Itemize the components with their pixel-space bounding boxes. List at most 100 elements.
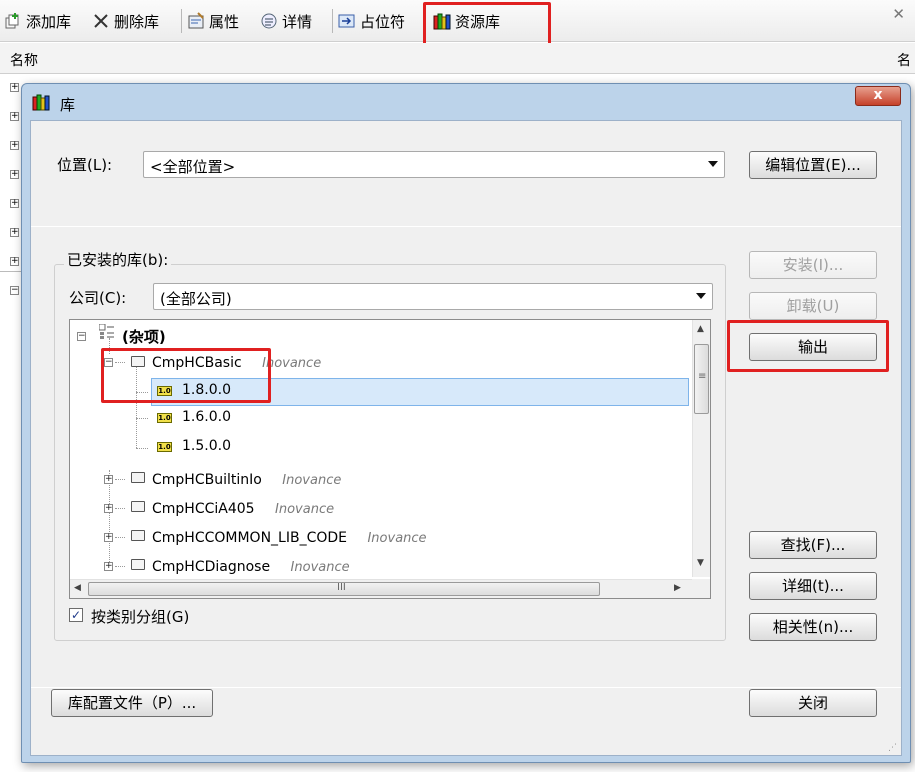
details-button[interactable]: 详细(t)... bbox=[749, 572, 877, 600]
close-icon[interactable]: ✕ bbox=[892, 5, 905, 23]
expand-icon[interactable]: + bbox=[10, 170, 19, 179]
library-vendor: Inovance bbox=[275, 502, 335, 517]
highlight-box bbox=[101, 348, 271, 403]
divider bbox=[31, 687, 901, 688]
library-vendor: Inovance bbox=[282, 473, 342, 488]
tree-item[interactable]: CmpHCDiagnose Inovance bbox=[152, 559, 350, 581]
tree-line bbox=[115, 508, 125, 509]
expand-icon[interactable]: + bbox=[10, 257, 19, 266]
toolbar-separator bbox=[332, 9, 333, 33]
expand-icon[interactable]: + bbox=[104, 533, 113, 542]
tree-line bbox=[109, 470, 110, 570]
tree-line bbox=[136, 448, 148, 449]
library-name: CmpHCCOMMON_LIB_CODE bbox=[152, 530, 348, 546]
grip-icon: ≡ bbox=[698, 371, 707, 382]
highlight-box bbox=[727, 320, 889, 372]
library-icon bbox=[131, 530, 145, 541]
company-dropdown[interactable]: (全部公司) bbox=[153, 283, 713, 310]
expand-icon[interactable]: + bbox=[10, 83, 19, 92]
books-icon bbox=[32, 93, 52, 115]
version-icon: 1.0 bbox=[157, 442, 172, 452]
library-icon bbox=[131, 501, 145, 512]
column-header-name-2[interactable]: 名 bbox=[897, 50, 911, 70]
details-icon bbox=[260, 12, 278, 30]
properties-label: 属性 bbox=[209, 12, 240, 31]
horizontal-scroll-thumb[interactable]: III bbox=[88, 582, 600, 596]
dialog-title: 库 bbox=[60, 96, 76, 114]
library-name: CmpHCBuiltinIo bbox=[152, 472, 262, 488]
properties-icon bbox=[187, 12, 205, 30]
collapse-icon[interactable]: − bbox=[77, 332, 86, 341]
collapse-icon[interactable]: − bbox=[10, 286, 19, 295]
library-name: CmpHCCiA405 bbox=[152, 501, 255, 517]
expand-icon[interactable]: + bbox=[10, 228, 19, 237]
edit-location-button[interactable]: 编辑位置(E)... bbox=[749, 151, 877, 179]
tree-line bbox=[115, 566, 125, 567]
location-label: 位置(L): bbox=[57, 156, 113, 174]
library-profile-button[interactable]: 库配置文件（P）... bbox=[51, 689, 213, 717]
tree-item[interactable]: CmpHCBuiltinIo Inovance bbox=[152, 472, 341, 494]
version-item[interactable]: 1.6.0.0 bbox=[182, 409, 231, 431]
uninstall-button[interactable]: 卸载(U) bbox=[749, 292, 877, 320]
list-header: 名称 名 bbox=[0, 43, 915, 74]
vertical-scrollbar[interactable]: ▲ ≡ ▼ bbox=[692, 320, 710, 577]
tree-line bbox=[136, 418, 148, 419]
library-dialog: 库 x 位置(L): <全部位置> 编辑位置(E)... 已安装的库(b): 公… bbox=[21, 83, 911, 763]
library-vendor: Inovance bbox=[290, 560, 350, 575]
delete-x-icon bbox=[92, 12, 110, 30]
add-library-button[interactable]: 添加库 bbox=[4, 9, 71, 33]
placeholder-icon bbox=[338, 12, 356, 30]
scroll-right-icon[interactable]: ▶ bbox=[674, 583, 681, 593]
chevron-down-icon bbox=[696, 293, 706, 299]
group-by-category-checkbox[interactable]: ✓ bbox=[69, 608, 83, 622]
properties-button[interactable]: 属性 bbox=[187, 9, 239, 33]
chevron-down-icon bbox=[708, 161, 718, 167]
details-button[interactable]: 详情 bbox=[260, 9, 312, 33]
library-vendor: Inovance bbox=[367, 531, 427, 546]
expand-icon[interactable]: + bbox=[10, 199, 19, 208]
library-name: CmpHCDiagnose bbox=[152, 559, 271, 575]
scroll-left-icon[interactable]: ◀ bbox=[74, 583, 81, 593]
dialog-close-button[interactable]: x bbox=[855, 86, 901, 106]
tree-line bbox=[115, 479, 125, 480]
install-button[interactable]: 安装(I)... bbox=[749, 251, 877, 279]
column-header-name[interactable]: 名称 bbox=[10, 50, 38, 70]
location-value: <全部位置> bbox=[150, 158, 236, 176]
add-library-icon bbox=[4, 12, 22, 30]
version-item[interactable]: 1.5.0.0 bbox=[182, 438, 231, 460]
delete-library-label: 删除库 bbox=[114, 12, 160, 31]
add-library-label: 添加库 bbox=[26, 12, 72, 31]
expand-icon[interactable]: + bbox=[104, 562, 113, 571]
tree-root-label[interactable]: (杂项) bbox=[122, 326, 166, 348]
expand-icon[interactable]: + bbox=[10, 141, 19, 150]
horizontal-scrollbar[interactable]: ◀ III ▶ bbox=[70, 579, 692, 598]
scroll-down-icon[interactable]: ▼ bbox=[697, 558, 704, 568]
category-icon bbox=[98, 323, 115, 344]
expand-icon[interactable]: + bbox=[104, 504, 113, 513]
placeholder-button[interactable]: 占位符 bbox=[338, 9, 405, 33]
close-button[interactable]: 关闭 bbox=[749, 689, 877, 717]
group-by-category-label[interactable]: 按类别分组(G) bbox=[91, 606, 189, 627]
dependencies-button[interactable]: 相关性(n)... bbox=[749, 613, 877, 641]
version-icon: 1.0 bbox=[157, 413, 172, 423]
tree-line bbox=[115, 537, 125, 538]
expand-icon[interactable]: + bbox=[10, 112, 19, 121]
tree-item[interactable]: CmpHCCiA405 Inovance bbox=[152, 501, 334, 523]
scroll-corner bbox=[692, 579, 710, 598]
vertical-scroll-thumb[interactable]: ≡ bbox=[694, 344, 709, 414]
library-icon bbox=[131, 559, 145, 570]
find-button[interactable]: 查找(F)... bbox=[749, 531, 877, 559]
company-label: 公司(C): bbox=[69, 289, 127, 307]
expand-icon[interactable]: + bbox=[104, 475, 113, 484]
dialog-titlebar[interactable]: 库 x bbox=[22, 84, 910, 120]
dialog-client-area: 位置(L): <全部位置> 编辑位置(E)... 已安装的库(b): 公司(C)… bbox=[30, 120, 902, 756]
details-label: 详情 bbox=[282, 12, 313, 31]
company-value: (全部公司) bbox=[160, 290, 232, 308]
scroll-up-icon[interactable]: ▲ bbox=[697, 324, 704, 334]
divider bbox=[31, 226, 901, 227]
location-dropdown[interactable]: <全部位置> bbox=[143, 151, 725, 178]
delete-library-button[interactable]: 删除库 bbox=[92, 9, 159, 33]
grip-icon: III bbox=[337, 582, 346, 593]
resize-grip-icon[interactable]: ⋰ bbox=[888, 743, 897, 753]
tree-item[interactable]: CmpHCCOMMON_LIB_CODE Inovance bbox=[152, 530, 427, 552]
